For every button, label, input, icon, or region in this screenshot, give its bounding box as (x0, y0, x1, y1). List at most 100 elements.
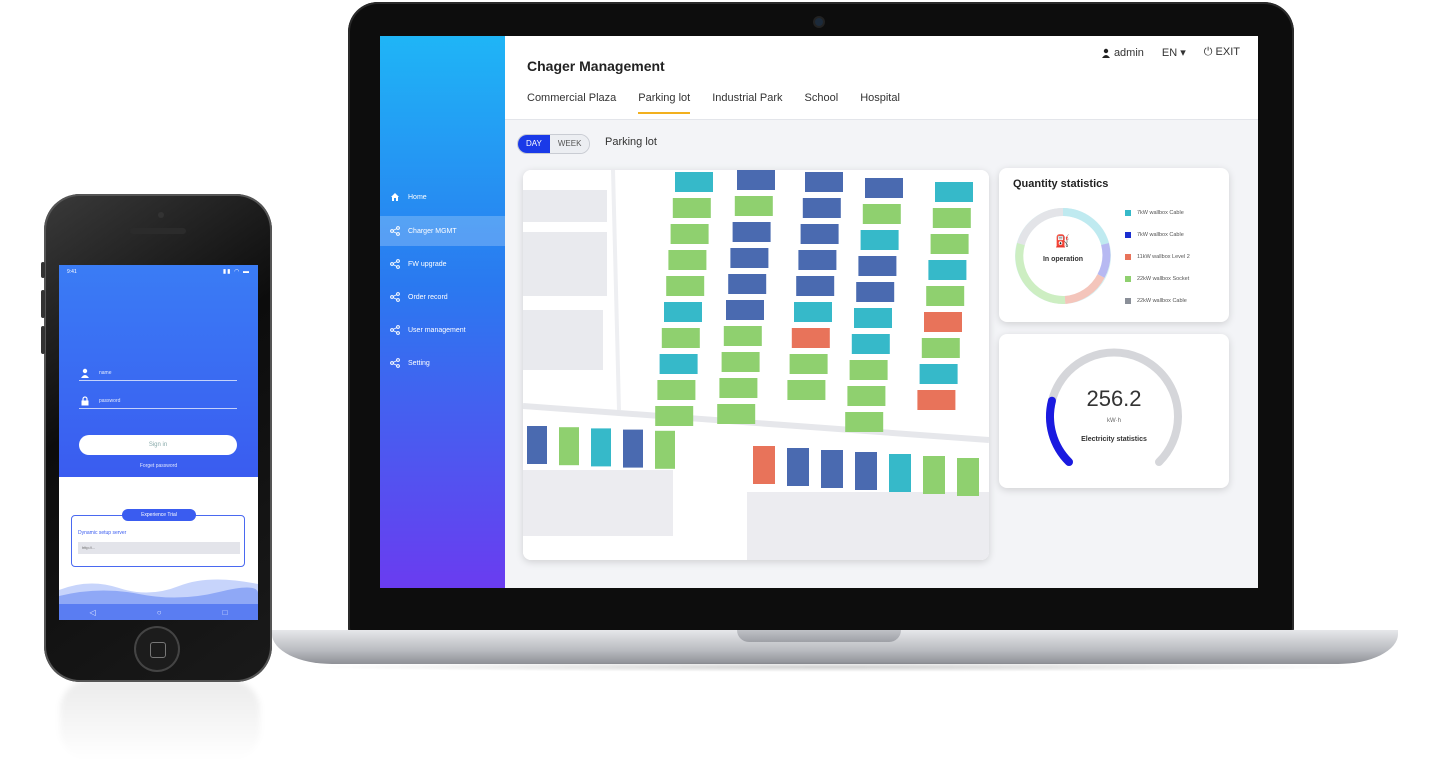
sidebar-item-home[interactable]: Home (380, 182, 505, 212)
parking-spot[interactable] (865, 178, 903, 198)
parking-spot[interactable] (730, 248, 769, 268)
parking-spot[interactable] (728, 274, 767, 294)
building-block (523, 310, 603, 370)
experience-trial-button[interactable]: Experience Trial (122, 509, 196, 521)
sidebar-item-fw-upgrade[interactable]: FW upgrade (380, 249, 505, 279)
parking-spot[interactable] (787, 448, 809, 486)
parking-spot[interactable] (917, 390, 956, 410)
parking-spot[interactable] (734, 196, 773, 216)
sidebar-item-order-record[interactable]: Order record (380, 282, 505, 312)
parking-spot[interactable] (670, 224, 709, 244)
legend-label: 7kW wallbox Cable (1137, 232, 1184, 238)
parking-spot[interactable] (924, 312, 962, 332)
sidebar-item-setting[interactable]: Setting (380, 348, 505, 378)
parking-spot[interactable] (845, 412, 884, 432)
tab-school[interactable]: School (805, 92, 839, 110)
sidebar: Home Charger MGMT FW upgrade Order recor… (380, 36, 505, 588)
parking-spot[interactable] (847, 386, 886, 406)
parking-spot[interactable] (791, 328, 830, 348)
parking-spot[interactable] (849, 360, 888, 380)
language-select[interactable]: EN ▾ (1162, 46, 1186, 59)
parking-spot[interactable] (789, 354, 828, 374)
sidebar-item-label: Home (408, 193, 427, 201)
parking-spot[interactable] (737, 170, 775, 190)
parking-spot[interactable] (661, 328, 700, 348)
parking-spot[interactable] (862, 204, 901, 224)
parking-spot[interactable] (655, 406, 694, 426)
parking-spot[interactable] (821, 450, 843, 488)
parking-spot[interactable] (923, 456, 945, 494)
home-nav-button[interactable]: ○ (157, 608, 162, 617)
caret-down-icon: ▾ (1180, 47, 1186, 59)
parking-spot[interactable] (851, 334, 890, 354)
tab-hospital[interactable]: Hospital (860, 92, 900, 110)
parking-spot[interactable] (721, 352, 760, 372)
parking-spot[interactable] (717, 404, 756, 424)
parking-spot[interactable] (723, 326, 762, 346)
sign-in-button[interactable]: Sign in (79, 435, 237, 455)
tab-industrial-park[interactable]: Industrial Park (712, 92, 782, 110)
parking-spot[interactable] (802, 198, 841, 218)
parking-spot[interactable] (672, 198, 711, 218)
language-value: EN (1161, 47, 1178, 59)
parking-spot[interactable] (591, 428, 611, 467)
forgot-password-link[interactable]: Forget password (59, 463, 258, 469)
parking-spot[interactable] (798, 250, 837, 270)
status-icons: ▮▮ ◠ ▬ (222, 269, 250, 275)
day-toggle[interactable]: DAY (518, 135, 550, 153)
parking-spot[interactable] (854, 308, 892, 328)
exit-button[interactable]: ⏻ EXIT (1204, 46, 1240, 59)
parking-spot[interactable] (664, 302, 702, 322)
parking-spot[interactable] (666, 276, 705, 296)
parking-spot[interactable] (930, 234, 969, 254)
parking-spot[interactable] (719, 378, 758, 398)
phone-nav-bar: ◁ ○ □ (59, 604, 258, 620)
parking-spot[interactable] (527, 426, 547, 464)
parking-spot[interactable] (659, 354, 698, 374)
earpiece-speaker (130, 228, 186, 234)
parking-spot[interactable] (559, 427, 579, 466)
parking-spot[interactable] (855, 452, 877, 490)
tab-parking-lot[interactable]: Parking lot (638, 92, 690, 114)
parking-spot[interactable] (805, 172, 843, 192)
quantity-stats-title: Quantity statistics (1013, 178, 1109, 190)
tab-commercial-plaza[interactable]: Commercial Plaza (527, 92, 616, 110)
parking-spot[interactable] (796, 276, 835, 296)
parking-spot[interactable] (921, 338, 960, 358)
parking-spot[interactable] (794, 302, 832, 322)
parking-spot[interactable] (800, 224, 839, 244)
server-input[interactable]: http://... (78, 542, 240, 554)
parking-spot[interactable] (753, 446, 775, 484)
username-field[interactable]: name (79, 365, 237, 381)
parking-spot[interactable] (957, 458, 979, 496)
home-button[interactable] (136, 628, 178, 670)
parking-spot[interactable] (935, 182, 973, 202)
parking-spot[interactable] (858, 256, 897, 276)
parking-spot[interactable] (860, 230, 899, 250)
parking-spot[interactable] (856, 282, 895, 302)
parking-spot[interactable] (787, 380, 826, 400)
volume-down-button (41, 326, 45, 354)
sidebar-item-user-management[interactable]: User management (380, 315, 505, 345)
parking-spot[interactable] (926, 286, 965, 306)
parking-spot[interactable] (919, 364, 958, 384)
week-toggle[interactable]: WEEK (549, 135, 590, 153)
parking-spot[interactable] (657, 380, 696, 400)
legend-swatch (1125, 232, 1131, 238)
parking-spot[interactable] (668, 250, 707, 270)
power-icon: ⏻ (1203, 46, 1213, 58)
user-menu[interactable]: admin (1101, 47, 1144, 59)
back-nav-button[interactable]: ◁ (90, 608, 96, 617)
password-field[interactable]: password (79, 393, 237, 409)
parking-spot[interactable] (732, 222, 771, 242)
parking-spot[interactable] (675, 172, 713, 192)
parking-spot[interactable] (932, 208, 971, 228)
parking-spot[interactable] (928, 260, 967, 280)
parking-spot[interactable] (889, 454, 911, 492)
parking-spot[interactable] (655, 430, 675, 469)
recents-nav-button[interactable]: □ (223, 608, 228, 617)
parking-spot[interactable] (623, 429, 643, 468)
parking-spot[interactable] (726, 300, 764, 320)
sidebar-item-charger-mgmt[interactable]: Charger MGMT (380, 216, 505, 246)
quantity-stats-card: Quantity statistics ⛽ In operation 7kW w… (999, 168, 1229, 322)
